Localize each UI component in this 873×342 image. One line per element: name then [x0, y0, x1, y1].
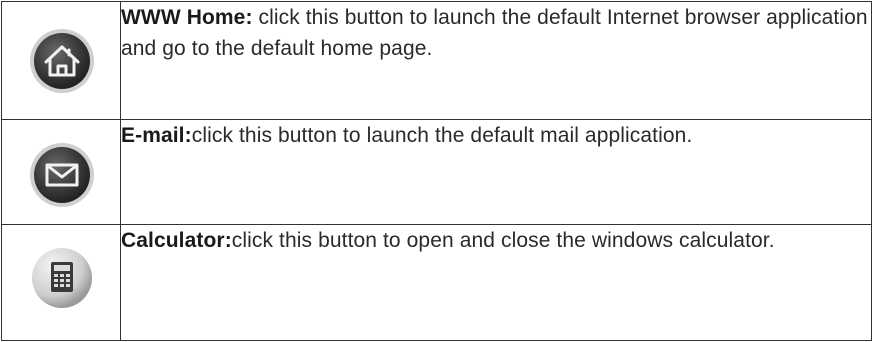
term-label: E-mail:: [121, 124, 192, 147]
description-cell: E-mail:click this button to launch the d…: [120, 119, 872, 225]
table-row: E-mail:click this button to launch the d…: [1, 119, 872, 225]
description-text: click this button to open and close the …: [231, 229, 775, 252]
description-cell: WWW Home: click this button to launch th…: [120, 1, 872, 120]
term-label: WWW Home:: [121, 6, 253, 29]
calculator-icon: [32, 248, 92, 308]
mail-icon: [30, 143, 94, 207]
table-row: WWW Home: click this button to launch th…: [1, 1, 872, 120]
icon-cell: [1, 224, 121, 341]
home-icon: [30, 29, 94, 93]
button-reference-table: WWW Home: click this button to launch th…: [1, 1, 872, 341]
table-row: Calculator:click this button to open and…: [1, 224, 872, 341]
email-button: [29, 142, 95, 208]
description-text: click this button to launch the default …: [191, 124, 693, 147]
icon-cell: [1, 1, 121, 120]
www-home-button: [29, 28, 95, 94]
calculator-button: [29, 245, 95, 311]
icon-cell: [1, 119, 121, 225]
term-label: Calculator:: [121, 229, 232, 252]
description-cell: Calculator:click this button to open and…: [120, 224, 872, 341]
